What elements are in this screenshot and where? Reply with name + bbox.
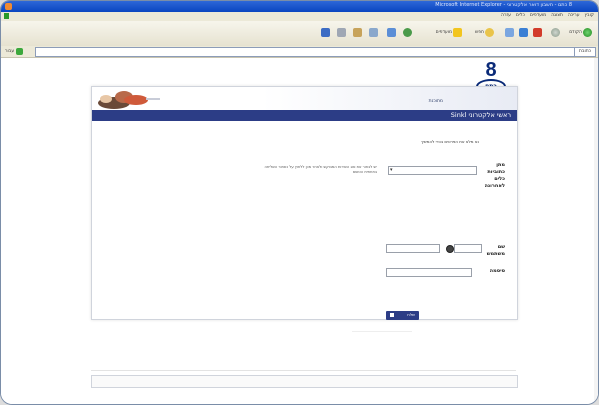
stop-button[interactable] [533, 27, 542, 37]
arrow-icon [390, 313, 394, 317]
messenger-button[interactable] [321, 27, 330, 37]
address-label-box: כתובת [574, 47, 596, 57]
home-button[interactable] [505, 27, 514, 37]
menu-items: קובץ עריכה תצוגה מועדפים כלים עזרה [501, 13, 594, 18]
page-content: 8 כתם מתוכנת ראשי אלקטרוני Sinkl נא מלא … [1, 58, 598, 404]
favorites-button[interactable]: מועדפים [436, 27, 462, 37]
mail-button[interactable] [369, 27, 378, 37]
forward-arrow-icon [551, 27, 560, 37]
submit-button[interactable]: שלח [386, 311, 419, 320]
search-icon [485, 27, 494, 37]
toolbar: הקודם חפש מועדפים [1, 21, 598, 47]
password-label: סיסמה [489, 268, 505, 274]
go-arrow-icon [16, 48, 24, 55]
service-type-label: מתן כתוביות כלים לאחרונה [484, 162, 505, 189]
service-hint-text: יש לבחור את סוג השירות המבוקש ולאחר מכן … [264, 165, 377, 175]
password-input[interactable] [386, 268, 472, 277]
favorites-label: מועדפים [435, 29, 452, 35]
print-icon [337, 27, 346, 37]
menu-favorites[interactable]: מועדפים [530, 13, 546, 18]
panel-header-title: ראשי אלקטרוני Sinkl [450, 111, 511, 119]
username-label: שם משתמש [486, 244, 505, 257]
footer-divider [91, 370, 516, 371]
login-panel: מתוכנת ראשי אלקטרוני Sinkl נא מלא את הפר… [91, 86, 518, 332]
username-icon [446, 245, 454, 253]
window-title: 8 כתם - חשבון דואר אלקטרוני - Microsoft … [435, 2, 572, 8]
address-input[interactable] [35, 47, 577, 57]
search-label: חפש [475, 29, 484, 35]
back-button[interactable]: הקודם [569, 27, 592, 37]
logo-number: 8 [485, 59, 497, 81]
username-domain-input[interactable] [454, 244, 482, 253]
forward-button[interactable] [551, 27, 560, 37]
media-button[interactable] [403, 27, 412, 37]
menu-edit[interactable]: עריכה [568, 13, 580, 18]
stop-icon [533, 27, 542, 37]
footer-bar [91, 375, 518, 388]
windows-flag-icon [4, 13, 9, 19]
browser-window: 8 כתם - חשבון דואר אלקטרוני - Microsoft … [0, 0, 599, 405]
print-button[interactable] [337, 27, 346, 37]
vertical-scrollbar[interactable] [594, 58, 598, 404]
media-icon [403, 27, 412, 37]
favorites-star-icon [453, 27, 462, 37]
back-arrow-icon [583, 27, 592, 37]
menu-tools[interactable]: כלים [516, 13, 525, 18]
go-label: עבור [5, 49, 15, 54]
menu-help[interactable]: עזרה [501, 13, 511, 18]
mail-icon [369, 27, 378, 37]
back-label: הקודם [569, 29, 582, 35]
divider [352, 331, 412, 332]
address-bar: עבור כתובת [1, 46, 598, 58]
form-instruction: נא מלא את הפרטים בכדי להמשיך [420, 139, 479, 144]
home-icon [505, 27, 514, 37]
menu-view[interactable]: תצוגה [551, 13, 563, 18]
banner-photo-image [96, 88, 168, 110]
title-bar: 8 כתם - חשבון דואר אלקטרוני - Microsoft … [1, 1, 598, 12]
submit-label: שלח [407, 312, 415, 317]
address-label: כתובת [578, 49, 592, 54]
username-input[interactable] [386, 244, 440, 253]
panel-header: ראשי אלקטרוני Sinkl [92, 110, 517, 121]
refresh-button[interactable] [519, 27, 528, 37]
history-icon [387, 27, 396, 37]
messenger-icon [321, 27, 330, 37]
edit-button[interactable] [353, 27, 362, 37]
panel-banner: מתוכנת [92, 87, 517, 110]
window-menu-icon[interactable] [5, 3, 12, 10]
menu-file[interactable]: קובץ [585, 13, 594, 18]
service-type-select[interactable]: ▾ [388, 166, 477, 175]
go-button[interactable]: עבור [5, 48, 24, 55]
edit-icon [353, 27, 362, 37]
history-button[interactable] [387, 27, 396, 37]
chevron-down-icon: ▾ [390, 167, 393, 173]
search-button[interactable]: חפש [475, 27, 494, 37]
refresh-icon [519, 27, 528, 37]
banner-caption: מתוכנת [428, 99, 443, 104]
